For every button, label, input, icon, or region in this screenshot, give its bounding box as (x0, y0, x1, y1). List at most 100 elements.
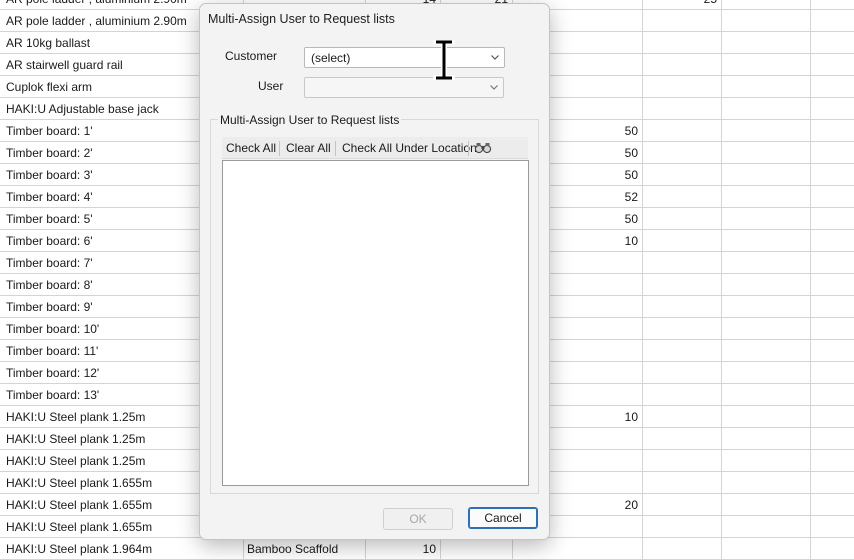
table-cell[interactable] (810, 384, 854, 406)
table-cell[interactable] (810, 516, 854, 538)
table-cell[interactable] (721, 164, 810, 186)
table-cell[interactable] (810, 120, 854, 142)
table-cell[interactable] (810, 340, 854, 362)
customer-combobox[interactable]: (select) (304, 47, 505, 68)
table-cell[interactable] (810, 362, 854, 384)
table-cell[interactable] (642, 516, 721, 538)
table-cell[interactable] (810, 318, 854, 340)
table-cell[interactable] (810, 0, 854, 10)
toolbar-separator (468, 141, 469, 156)
table-cell[interactable]: 25 (642, 0, 721, 10)
table-cell[interactable] (810, 142, 854, 164)
table-cell[interactable] (721, 296, 810, 318)
table-cell[interactable] (721, 362, 810, 384)
table-cell[interactable] (721, 252, 810, 274)
table-cell[interactable] (642, 252, 721, 274)
table-cell[interactable] (810, 538, 854, 560)
table-cell[interactable] (721, 32, 810, 54)
table-cell[interactable] (512, 538, 642, 560)
table-cell[interactable] (642, 98, 721, 120)
table-cell[interactable] (721, 274, 810, 296)
table-cell[interactable] (810, 252, 854, 274)
table-cell[interactable] (810, 428, 854, 450)
table-cell[interactable] (642, 340, 721, 362)
table-cell[interactable] (810, 10, 854, 32)
table-cell[interactable] (721, 142, 810, 164)
table-cell[interactable] (642, 296, 721, 318)
table-cell[interactable] (810, 54, 854, 76)
table-cell[interactable] (810, 98, 854, 120)
table-cell[interactable] (810, 494, 854, 516)
toolbar-separator (335, 141, 336, 156)
table-cell[interactable] (642, 384, 721, 406)
table-cell[interactable] (810, 32, 854, 54)
table-cell[interactable] (810, 406, 854, 428)
table-cell[interactable] (810, 472, 854, 494)
table-cell[interactable] (440, 538, 512, 560)
table-cell[interactable] (642, 494, 721, 516)
table-cell[interactable] (721, 54, 810, 76)
table-cell[interactable] (810, 450, 854, 472)
table-cell[interactable] (721, 406, 810, 428)
table-cell[interactable] (642, 318, 721, 340)
table-cell[interactable] (810, 164, 854, 186)
table-cell[interactable] (810, 296, 854, 318)
table-cell[interactable] (721, 450, 810, 472)
toolbar-separator (279, 141, 280, 156)
table-cell[interactable] (810, 274, 854, 296)
table-cell[interactable] (642, 10, 721, 32)
table-cell[interactable] (810, 76, 854, 98)
table-cell[interactable] (642, 142, 721, 164)
table-row[interactable]: HAKI:U Steel plank 1.964m Bamboo Scaffold… (0, 538, 854, 560)
multi-assign-dialog: Multi-Assign User to Request lists Custo… (199, 3, 550, 540)
table-cell[interactable] (721, 0, 810, 10)
table-cell[interactable]: 10 (365, 538, 440, 560)
table-cell[interactable] (642, 76, 721, 98)
table-cell[interactable] (721, 384, 810, 406)
chevron-down-icon[interactable] (490, 52, 500, 62)
table-cell[interactable] (721, 340, 810, 362)
table-cell[interactable] (810, 208, 854, 230)
table-cell[interactable] (721, 494, 810, 516)
table-cell[interactable] (642, 472, 721, 494)
table-cell[interactable] (642, 450, 721, 472)
ok-button[interactable]: OK (383, 508, 453, 530)
table-cell[interactable] (721, 230, 810, 252)
table-cell[interactable]: Bamboo Scaffold (243, 538, 365, 560)
table-cell[interactable] (642, 186, 721, 208)
clear-all-button[interactable]: Clear All (282, 137, 335, 159)
table-cell[interactable] (721, 186, 810, 208)
table-cell[interactable] (721, 10, 810, 32)
table-cell[interactable] (642, 230, 721, 252)
table-cell[interactable] (642, 54, 721, 76)
check-all-button[interactable]: Check All (222, 137, 280, 159)
table-cell[interactable] (721, 318, 810, 340)
table-cell[interactable] (721, 428, 810, 450)
table-cell[interactable] (642, 120, 721, 142)
table-cell[interactable] (721, 98, 810, 120)
table-cell[interactable] (721, 516, 810, 538)
table-cell[interactable] (721, 120, 810, 142)
table-cell[interactable] (721, 472, 810, 494)
binoculars-icon[interactable] (474, 141, 492, 155)
table-cell[interactable] (642, 406, 721, 428)
table-cell[interactable] (810, 230, 854, 252)
dialog-title: Multi-Assign User to Request lists (208, 12, 395, 26)
table-cell[interactable] (642, 274, 721, 296)
table-cell[interactable] (642, 538, 721, 560)
chevron-down-icon[interactable] (489, 82, 499, 92)
table-cell[interactable] (721, 76, 810, 98)
table-cell[interactable] (721, 538, 810, 560)
table-cell[interactable] (642, 32, 721, 54)
table-cell[interactable] (642, 208, 721, 230)
user-combobox[interactable] (304, 77, 504, 98)
item-name-cell[interactable]: HAKI:U Steel plank 1.964m (0, 538, 243, 560)
table-cell[interactable] (642, 164, 721, 186)
table-cell[interactable] (642, 362, 721, 384)
table-cell[interactable] (721, 208, 810, 230)
table-cell[interactable] (810, 186, 854, 208)
request-lists-listbox[interactable] (222, 160, 529, 486)
check-all-under-location-button[interactable]: Check All Under Location (338, 137, 481, 159)
cancel-button[interactable]: Cancel (468, 507, 538, 529)
table-cell[interactable] (642, 428, 721, 450)
